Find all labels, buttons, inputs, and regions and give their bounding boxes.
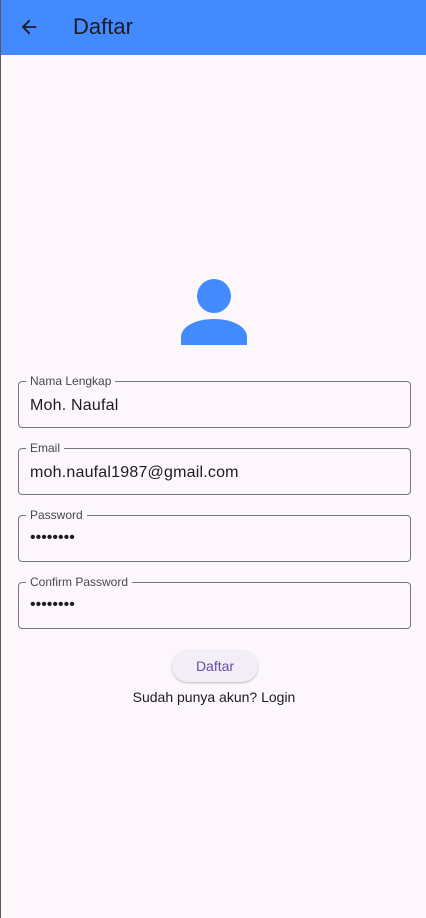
password-label: Password xyxy=(26,508,87,522)
confirm-password-field[interactable]: Confirm Password •••••••• xyxy=(18,575,411,629)
confirm-password-label: Confirm Password xyxy=(26,575,133,589)
arrow-back-icon xyxy=(21,19,37,35)
back-button[interactable] xyxy=(11,9,47,45)
person-icon xyxy=(181,279,247,345)
register-button[interactable]: Daftar xyxy=(172,650,258,682)
page-title: Daftar xyxy=(73,14,133,39)
email-value: moh.naufal1987@gmail.com xyxy=(30,464,239,481)
password-value: •••••••• xyxy=(30,529,75,546)
full-name-field[interactable]: Nama Lengkap Moh. Naufal xyxy=(18,374,411,428)
app-bar: Daftar xyxy=(1,0,426,55)
full-name-value: Moh. Naufal xyxy=(30,397,119,414)
password-field[interactable]: Password •••••••• xyxy=(18,508,411,562)
full-name-label: Nama Lengkap xyxy=(26,374,116,388)
confirm-password-value: •••••••• xyxy=(30,596,75,613)
email-label: Email xyxy=(26,441,65,455)
login-link[interactable]: Sudah punya akun? Login xyxy=(1,689,426,705)
email-field[interactable]: Email moh.naufal1987@gmail.com xyxy=(18,441,411,495)
